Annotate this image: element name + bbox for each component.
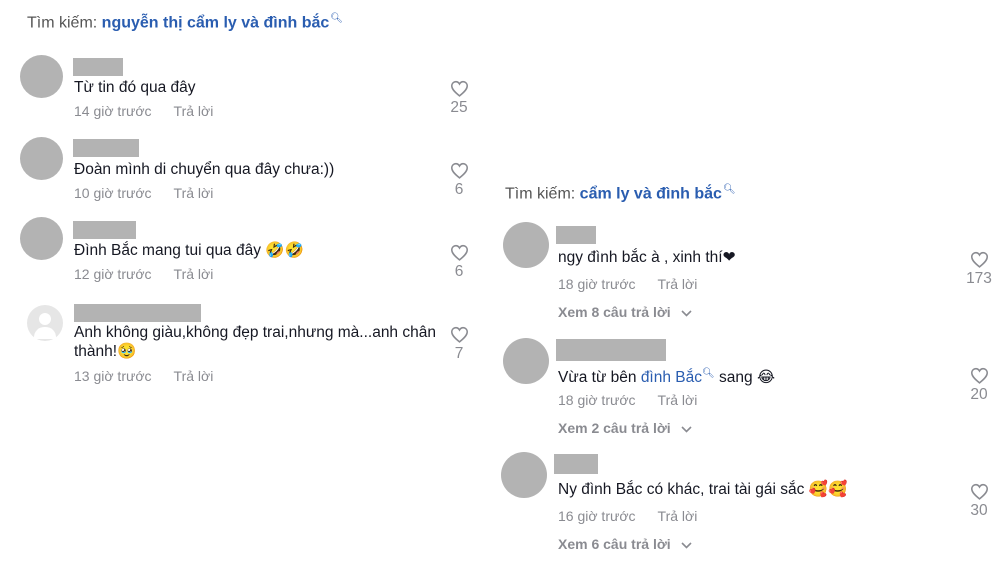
- like-count: 30: [970, 502, 988, 519]
- like-button[interactable]: 173: [959, 251, 999, 288]
- mention-tag[interactable]: đình Bắc: [641, 369, 702, 386]
- comment-meta: 13 giờ trước Trả lời: [74, 368, 213, 384]
- reply-button[interactable]: Trả lời: [174, 103, 214, 119]
- heart-outline-icon: [450, 244, 468, 261]
- comment-meta: 18 giờ trước Trả lời: [558, 392, 697, 408]
- search-label: Tìm kiếm:: [505, 185, 576, 203]
- like-button[interactable]: 30: [959, 483, 999, 520]
- search-keyword[interactable]: cẩm ly và đình bắc: [580, 185, 722, 202]
- search-icon[interactable]: 🔍︎: [330, 13, 343, 24]
- comment-time: 13 giờ trước: [74, 368, 152, 384]
- default-avatar-icon[interactable]: [27, 305, 63, 341]
- comment-time: 16 giờ trước: [558, 508, 636, 524]
- search-icon[interactable]: 🔍︎: [723, 184, 736, 195]
- avatar-head-shape: [39, 313, 51, 325]
- comment-text-after: sang 😂: [714, 369, 776, 387]
- like-button[interactable]: 7: [439, 326, 479, 363]
- heart-outline-icon: [970, 251, 988, 268]
- comment-meta: 18 giờ trước Trả lời: [558, 276, 697, 292]
- username-redacted[interactable]: [74, 304, 201, 322]
- username-redacted[interactable]: [554, 454, 598, 474]
- like-count: 6: [454, 181, 464, 198]
- avatar[interactable]: [503, 338, 549, 384]
- view-replies-label: Xem 8 câu trả lời: [558, 304, 671, 320]
- comment-text: ngy đình bắc à , xinh thí❤: [558, 249, 736, 266]
- like-button[interactable]: 6: [439, 162, 479, 199]
- search-icon[interactable]: 🔍︎: [702, 368, 715, 379]
- avatar[interactable]: [20, 137, 63, 180]
- username-redacted[interactable]: [73, 58, 123, 76]
- heart-outline-icon: [450, 326, 468, 343]
- comment-text: Từ tin đó qua đây: [74, 79, 196, 96]
- like-count: 7: [454, 345, 464, 362]
- comment-time: 18 giờ trước: [558, 276, 636, 292]
- username-redacted[interactable]: [556, 226, 596, 244]
- view-replies-button[interactable]: Xem 2 câu trả lời: [558, 420, 692, 436]
- comment-time: 12 giờ trước: [74, 266, 152, 282]
- chevron-down-icon: [680, 426, 692, 433]
- like-count: 20: [970, 386, 988, 403]
- like-button[interactable]: 25: [439, 80, 479, 117]
- reply-button[interactable]: Trả lời: [658, 392, 698, 408]
- reply-button[interactable]: Trả lời: [174, 368, 214, 384]
- avatar[interactable]: [501, 452, 547, 498]
- view-replies-label: Xem 6 câu trả lời: [558, 536, 671, 552]
- like-count: 6: [454, 263, 464, 280]
- username-redacted[interactable]: [73, 139, 139, 157]
- avatar[interactable]: [20, 55, 63, 98]
- reply-button[interactable]: Trả lời: [174, 266, 214, 282]
- comment-text: Anh không giàu,không đẹp trai,nhưng mà..…: [74, 324, 436, 360]
- comment-text: Đình Bắc mang tui qua đây 🤣🤣: [74, 242, 304, 259]
- like-count: 173: [966, 270, 992, 287]
- comment-text: Ny đình Bắc có khác, trai tài gái sắc 🥰🥰: [558, 481, 848, 498]
- comment-time: 10 giờ trước: [74, 185, 152, 201]
- like-button[interactable]: 6: [439, 244, 479, 281]
- heart-outline-icon: [970, 483, 988, 500]
- left-search-line: Tìm kiếm: nguyễn thị cẩm ly và đình bắc🔍…: [27, 13, 343, 32]
- username-redacted[interactable]: [73, 221, 136, 239]
- chevron-down-icon: [680, 542, 692, 549]
- search-label: Tìm kiếm:: [27, 14, 98, 32]
- comment-meta: 16 giờ trước Trả lời: [558, 508, 697, 524]
- heart-outline-icon: [450, 162, 468, 179]
- comment-time: 14 giờ trước: [74, 103, 152, 119]
- avatar[interactable]: [20, 217, 63, 260]
- view-replies-label: Xem 2 câu trả lời: [558, 420, 671, 436]
- like-button[interactable]: 20: [959, 367, 999, 404]
- comment-meta: 10 giờ trước Trả lời: [74, 185, 213, 201]
- avatar[interactable]: [503, 222, 549, 268]
- view-replies-button[interactable]: Xem 6 câu trả lời: [558, 536, 692, 552]
- heart-outline-icon: [970, 367, 988, 384]
- comment-text-before: Vừa từ bên: [558, 369, 641, 387]
- comment-text: Vừa từ bên đình Bắc🔍︎ sang 😂: [558, 364, 938, 387]
- right-search-line: Tìm kiếm: cẩm ly và đình bắc🔍︎: [505, 184, 736, 203]
- reply-button[interactable]: Trả lời: [174, 185, 214, 201]
- comment-text: Đoàn mình di chuyển qua đây chưa:)): [74, 161, 335, 178]
- heart-outline-icon: [450, 80, 468, 97]
- comment-meta: 14 giờ trước Trả lời: [74, 103, 213, 119]
- username-redacted[interactable]: [556, 339, 666, 361]
- like-count: 25: [450, 99, 468, 116]
- reply-button[interactable]: Trả lời: [658, 276, 698, 292]
- search-keyword[interactable]: nguyễn thị cẩm ly và đình bắc: [102, 14, 330, 31]
- comment-time: 18 giờ trước: [558, 392, 636, 408]
- reply-button[interactable]: Trả lời: [658, 508, 698, 524]
- avatar-body-shape: [34, 327, 56, 339]
- comment-meta: 12 giờ trước Trả lời: [74, 266, 213, 282]
- chevron-down-icon: [680, 310, 692, 317]
- view-replies-button[interactable]: Xem 8 câu trả lời: [558, 304, 692, 320]
